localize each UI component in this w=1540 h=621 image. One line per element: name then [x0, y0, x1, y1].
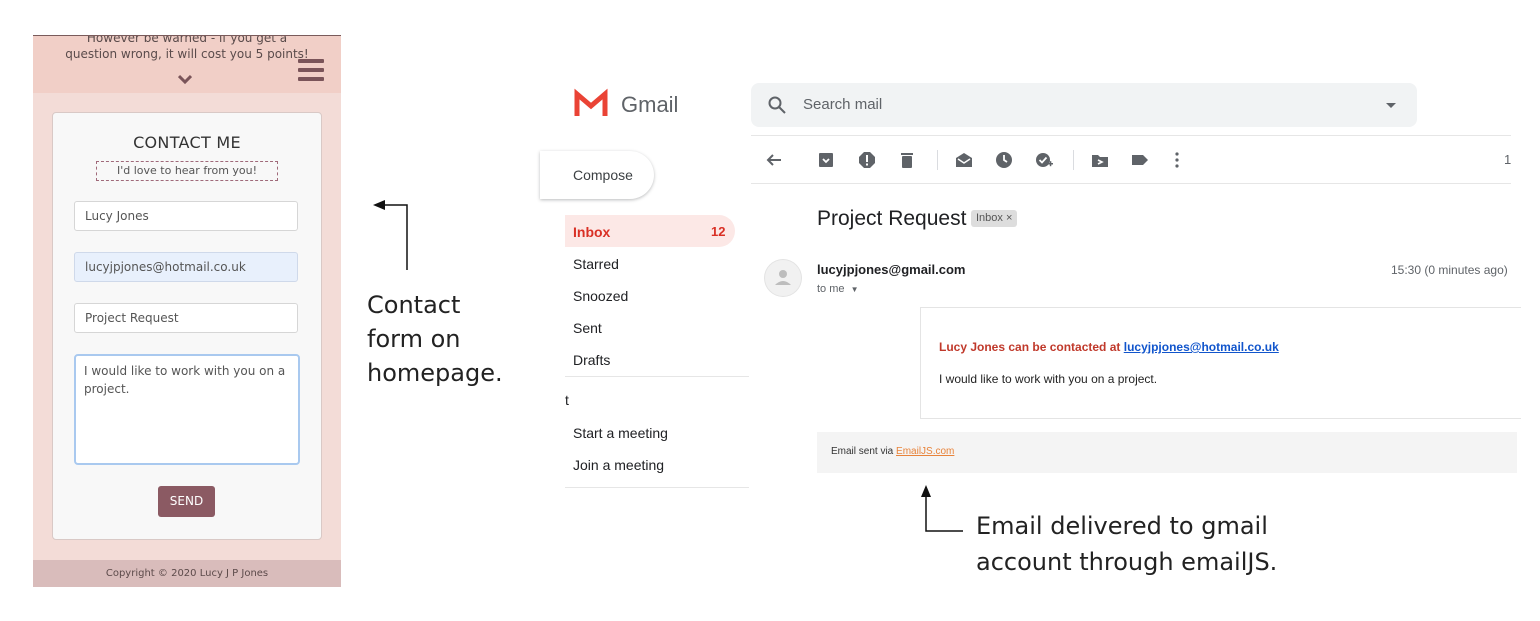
email-body [920, 307, 1521, 419]
toolbar-separator [937, 150, 938, 170]
sidebar-divider [565, 376, 749, 377]
archive-icon[interactable] [817, 151, 835, 169]
recipient-dropdown[interactable]: to me ▼ [817, 283, 859, 295]
toolbar-divider [751, 183, 1511, 184]
gmail-brand: Gmail [621, 92, 679, 117]
label-icon[interactable] [1131, 151, 1149, 169]
arrow-to-email [925, 496, 963, 532]
start-meeting-link[interactable]: Start a meeting [573, 425, 668, 441]
annotation-line: Email delivered to gmail [976, 512, 1268, 540]
annotation-line: form on [367, 325, 461, 353]
search-input[interactable]: Search mail [803, 96, 882, 113]
arrow-to-form [385, 204, 408, 270]
email-subject: Project Request [817, 207, 967, 230]
sidebar-divider-bottom [565, 487, 749, 488]
delete-icon[interactable] [898, 151, 916, 169]
join-meeting-link[interactable]: Join a meeting [573, 457, 664, 473]
snooze-icon[interactable] [995, 151, 1013, 169]
sender-address: lucyjpjones@gmail.com [817, 262, 966, 277]
email-body-line-2: I would like to work with you on a proje… [939, 372, 1158, 386]
inbox-label-chip[interactable]: Inbox × [971, 210, 1018, 227]
chevron-down-icon[interactable]: ▼ [851, 285, 859, 294]
gmail-logo-icon[interactable] [574, 88, 608, 120]
compose-button[interactable]: Compose [540, 151, 654, 199]
back-arrow-icon[interactable] [765, 151, 783, 169]
sidebar-item-drafts[interactable]: Drafts [573, 352, 610, 368]
sender-avatar [764, 259, 802, 297]
search-bar[interactable]: Search mail [751, 83, 1417, 127]
sidebar-item-snoozed[interactable]: Snoozed [573, 288, 628, 304]
form-annotation: Contact form on homepage. [367, 288, 537, 390]
annotation-line: account through emailJS. [976, 548, 1278, 576]
contact-text: Lucy Jones can be contacted at [939, 340, 1124, 354]
meet-section-heading: t [565, 392, 569, 408]
header-divider [751, 135, 1511, 136]
report-spam-icon[interactable] [858, 151, 876, 169]
search-icon[interactable] [767, 95, 787, 115]
recipient-label: to me [817, 283, 845, 295]
sent-via-text: Email sent via EmailJS.com [831, 446, 954, 457]
search-options-dropdown-icon[interactable] [1386, 103, 1396, 108]
emailjs-link[interactable]: EmailJS.com [896, 446, 954, 457]
email-body-line-1: Lucy Jones can be contacted at lucyjpjon… [939, 340, 1279, 354]
compose-label: Compose [573, 167, 633, 183]
sidebar-item-inbox-label[interactable]: Inbox [573, 224, 610, 240]
annotation-line: homepage. [367, 359, 503, 387]
more-icon[interactable] [1168, 151, 1186, 169]
move-to-icon[interactable] [1091, 151, 1109, 169]
sidebar-item-starred[interactable]: Starred [573, 256, 619, 272]
contact-email-link[interactable]: lucyjpjones@hotmail.co.uk [1124, 340, 1279, 354]
inbox-unread-count: 12 [711, 224, 726, 239]
mark-unread-icon[interactable] [955, 151, 973, 169]
pagination-indicator: 1 [1504, 152, 1512, 167]
annotation-line: Contact [367, 291, 461, 319]
add-to-tasks-icon[interactable] [1035, 151, 1053, 169]
sent-via-prefix: Email sent via [831, 446, 897, 457]
arrow-head-up [921, 485, 931, 497]
arrow-head-left [373, 200, 385, 210]
sent-via-footer: Email sent via EmailJS.com [817, 432, 1517, 473]
email-timestamp: 15:30 (0 minutes ago) [1391, 263, 1508, 277]
sidebar-item-sent[interactable]: Sent [573, 320, 602, 336]
toolbar-separator [1073, 150, 1074, 170]
email-annotation: Email delivered to gmail account through… [976, 508, 1356, 580]
